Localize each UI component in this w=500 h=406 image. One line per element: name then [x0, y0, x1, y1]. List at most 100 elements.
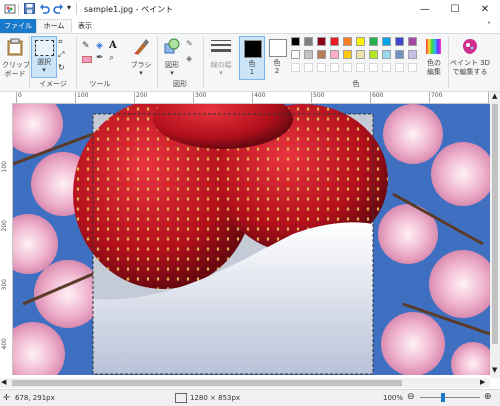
window-title: sample1.jpg - ペイント — [84, 5, 174, 14]
collapse-ribbon-icon[interactable]: ˄ — [487, 21, 491, 30]
palette-swatch[interactable] — [356, 37, 365, 46]
horizontal-ruler: 0100200300400500600700800 — [0, 92, 500, 104]
brushes-button[interactable]: ブラシ ▾ — [128, 36, 154, 78]
palette-swatch[interactable] — [317, 50, 326, 59]
resize-icon[interactable]: ⤢ — [58, 50, 64, 60]
palette-swatch[interactable] — [408, 37, 417, 46]
zoom-in-button[interactable]: ⊕ — [484, 392, 492, 402]
scroll-right-icon[interactable]: ▶ — [480, 378, 485, 386]
palette-swatch[interactable] — [304, 37, 313, 46]
palette-custom-slot[interactable] — [408, 63, 417, 72]
tab-view[interactable]: 表示 — [72, 19, 98, 33]
palette-swatch[interactable] — [291, 50, 300, 59]
maximize-button[interactable]: ☐ — [440, 0, 470, 19]
color-picker-icon[interactable]: ✒ — [96, 53, 104, 63]
scroll-down-icon[interactable]: ▼ — [492, 366, 497, 374]
color2-button[interactable]: 色 2 — [266, 36, 288, 78]
ruler-label: 100 — [1, 161, 8, 173]
customize-toolbar-icon[interactable]: ▾ — [67, 3, 71, 12]
zoom-out-button[interactable]: ⊖ — [407, 392, 415, 402]
palette-swatch[interactable] — [343, 37, 352, 46]
brush-icon — [134, 39, 149, 55]
fill-icon[interactable]: ◈ — [186, 54, 192, 63]
vertical-ruler: 100 200 300 400 — [0, 103, 13, 375]
image-group-label: イメージ — [39, 80, 67, 88]
palette-custom-slot[interactable] — [317, 63, 326, 72]
scroll-up-icon[interactable]: ▲ — [492, 92, 497, 100]
select-button[interactable]: 選択 ▾ — [31, 36, 57, 78]
ruler-label: 600 — [372, 92, 384, 99]
redo-icon[interactable] — [53, 3, 64, 17]
clipboard-icon — [7, 38, 23, 56]
ruler-tick — [488, 92, 489, 103]
magnifier-icon[interactable]: ⌕ — [109, 53, 114, 63]
palette-swatch[interactable] — [382, 37, 391, 46]
palette-swatch[interactable] — [356, 50, 365, 59]
palette-custom-slot[interactable] — [382, 63, 391, 72]
palette-swatch[interactable] — [369, 50, 378, 59]
palette-custom-slot[interactable] — [343, 63, 352, 72]
close-button[interactable]: ✕ — [470, 0, 500, 19]
pencil-icon[interactable]: ✎ — [82, 41, 90, 51]
tab-home[interactable]: ホーム — [36, 19, 72, 33]
scroll-left-icon[interactable]: ◀ — [1, 378, 6, 386]
ruler-label: 400 — [1, 338, 8, 350]
paint3d-button[interactable]: ペイント 3D で編集する — [450, 36, 490, 78]
palette-swatch[interactable] — [291, 37, 300, 46]
ruler-label: 100 — [77, 92, 89, 99]
palette-swatch[interactable] — [304, 50, 313, 59]
palette-swatch[interactable] — [343, 50, 352, 59]
palette-swatch[interactable] — [369, 37, 378, 46]
palette-swatch[interactable] — [408, 50, 417, 59]
ruler-label: 300 — [195, 92, 207, 99]
palette-custom-slot[interactable] — [330, 63, 339, 72]
fill-bucket-icon[interactable]: ◈ — [96, 41, 103, 51]
clipboard-button[interactable]: クリップ ボード — [2, 36, 30, 86]
tab-file[interactable]: ファイル — [0, 19, 36, 33]
paint-app-icon — [4, 3, 16, 18]
shapes-button[interactable]: 図形 ▾ — [160, 36, 184, 78]
rotate-icon[interactable]: ↻ — [58, 63, 65, 72]
ruler-label: 0 — [18, 92, 22, 99]
palette-custom-slot[interactable] — [356, 63, 365, 72]
palette-swatch[interactable] — [330, 50, 339, 59]
ruler-label: 200 — [136, 92, 148, 99]
palette-custom-slot[interactable] — [291, 63, 300, 72]
outline-icon[interactable]: ✎ — [186, 39, 193, 48]
horizontal-scroll-thumb[interactable] — [12, 380, 402, 386]
palette-swatch[interactable] — [317, 37, 326, 46]
text-tool-icon[interactable]: A — [109, 40, 117, 51]
crop-icon[interactable]: ⌗ — [58, 37, 63, 47]
horizontal-scrollbar[interactable]: ◀ ▶ — [0, 378, 490, 388]
undo-icon[interactable] — [39, 3, 50, 17]
ribbon: クリップ ボード 選択 ▾ ⌗ ⤢ ↻ イメージ ✎ ◈ A ✒ ⌕ ツール ブ… — [0, 34, 500, 92]
color-palette — [291, 37, 421, 77]
strawberry-image-selection — [73, 104, 388, 375]
paint3d-icon — [463, 39, 477, 54]
minimize-button[interactable]: — — [410, 0, 440, 19]
palette-swatch[interactable] — [330, 37, 339, 46]
zoom-slider-thumb[interactable] — [441, 393, 445, 402]
edit-colors-button[interactable]: 色の 編集 — [422, 36, 446, 78]
eraser-icon[interactable] — [82, 56, 92, 63]
zoom-slider-track[interactable] — [420, 397, 480, 398]
color1-button[interactable]: 色 1 — [239, 36, 265, 80]
image-size-icon — [175, 393, 187, 403]
cursor-position: 678, 291px — [15, 394, 55, 402]
palette-swatch[interactable] — [395, 50, 404, 59]
select-dropdown-icon[interactable]: ▾ — [32, 66, 56, 74]
palette-custom-slot[interactable] — [369, 63, 378, 72]
ruler-tick — [134, 92, 135, 103]
select-icon — [35, 40, 54, 56]
line-width-button[interactable]: 線の幅 ▾ — [207, 36, 235, 78]
canvas-area[interactable] — [13, 104, 490, 375]
palette-swatch[interactable] — [382, 50, 391, 59]
palette-swatch[interactable] — [395, 37, 404, 46]
color1-swatch — [244, 40, 262, 58]
vertical-scrollbar[interactable]: ▲ ▼ — [490, 92, 500, 378]
palette-custom-slot[interactable] — [395, 63, 404, 72]
vertical-scroll-thumb[interactable] — [492, 104, 498, 344]
save-icon[interactable] — [24, 3, 35, 17]
palette-custom-slot[interactable] — [304, 63, 313, 72]
line-width-dropdown-icon: ▾ — [219, 69, 223, 77]
